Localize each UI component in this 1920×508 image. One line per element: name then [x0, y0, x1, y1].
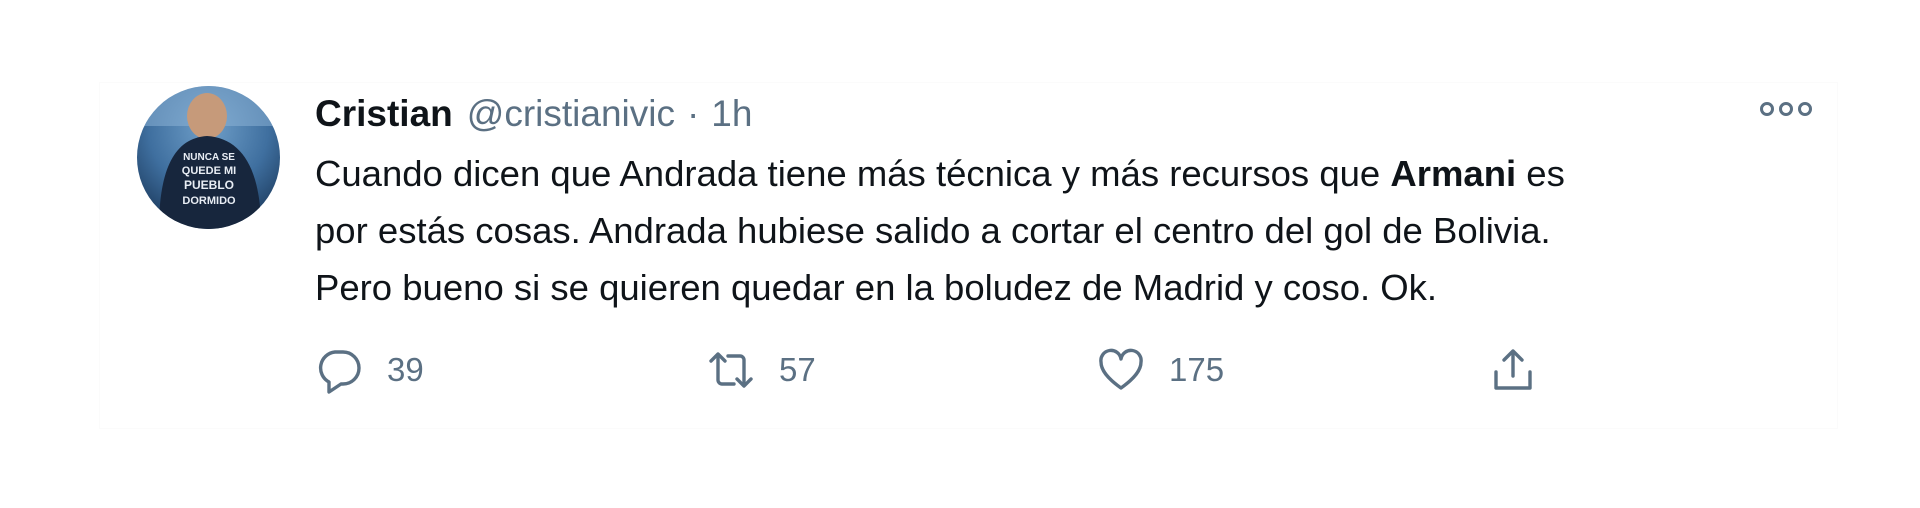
heart-icon: [1099, 348, 1143, 390]
share-icon: [1494, 349, 1532, 390]
reply-icon: [318, 350, 361, 394]
tweet-text-bold-mention: Armani: [1390, 153, 1517, 194]
tweet-text-line3: Pero bueno si se quieren quedar en la bo…: [315, 267, 1438, 308]
avatar[interactable]: NUNCA SE QUEDE MI PUEBLO DORMIDO: [137, 86, 280, 229]
retweet-icon: [709, 352, 753, 388]
retweet-count: 57: [779, 351, 816, 388]
retweet-button[interactable]: 57: [707, 345, 816, 395]
tweet-text-line1-end: es: [1516, 153, 1565, 194]
share-button[interactable]: [1489, 345, 1537, 395]
tweet-card[interactable]: NUNCA SE QUEDE MI PUEBLO DORMIDO Cristia…: [100, 83, 1837, 428]
tweet-text-line2: por estás cosas. Andrada hubiese salido …: [315, 210, 1551, 251]
svg-text:QUEDE MI: QUEDE MI: [182, 165, 236, 177]
like-button[interactable]: 175: [1097, 345, 1224, 395]
author-handle[interactable]: @cristianivic: [467, 93, 675, 135]
avatar-image: NUNCA SE QUEDE MI PUEBLO DORMIDO: [137, 86, 280, 229]
svg-text:DORMIDO: DORMIDO: [182, 195, 236, 207]
tweet-text: Cuando dicen que Andrada tiene más técni…: [315, 145, 1795, 316]
separator-dot: ·: [686, 93, 700, 134]
like-count: 175: [1169, 351, 1225, 388]
author-name[interactable]: Cristian: [315, 93, 453, 135]
reply-count: 39: [387, 351, 424, 388]
svg-text:NUNCA SE: NUNCA SE: [183, 152, 235, 163]
reply-button[interactable]: 39: [315, 345, 424, 395]
svg-text:PUEBLO: PUEBLO: [184, 178, 234, 192]
tweet-header: Cristian @cristianivic · 1h: [315, 89, 752, 139]
more-options-icon[interactable]: [1758, 95, 1814, 123]
tweet-text-line1-start: Cuando dicen que Andrada tiene más técni…: [315, 153, 1391, 194]
timestamp[interactable]: 1h: [711, 93, 752, 135]
